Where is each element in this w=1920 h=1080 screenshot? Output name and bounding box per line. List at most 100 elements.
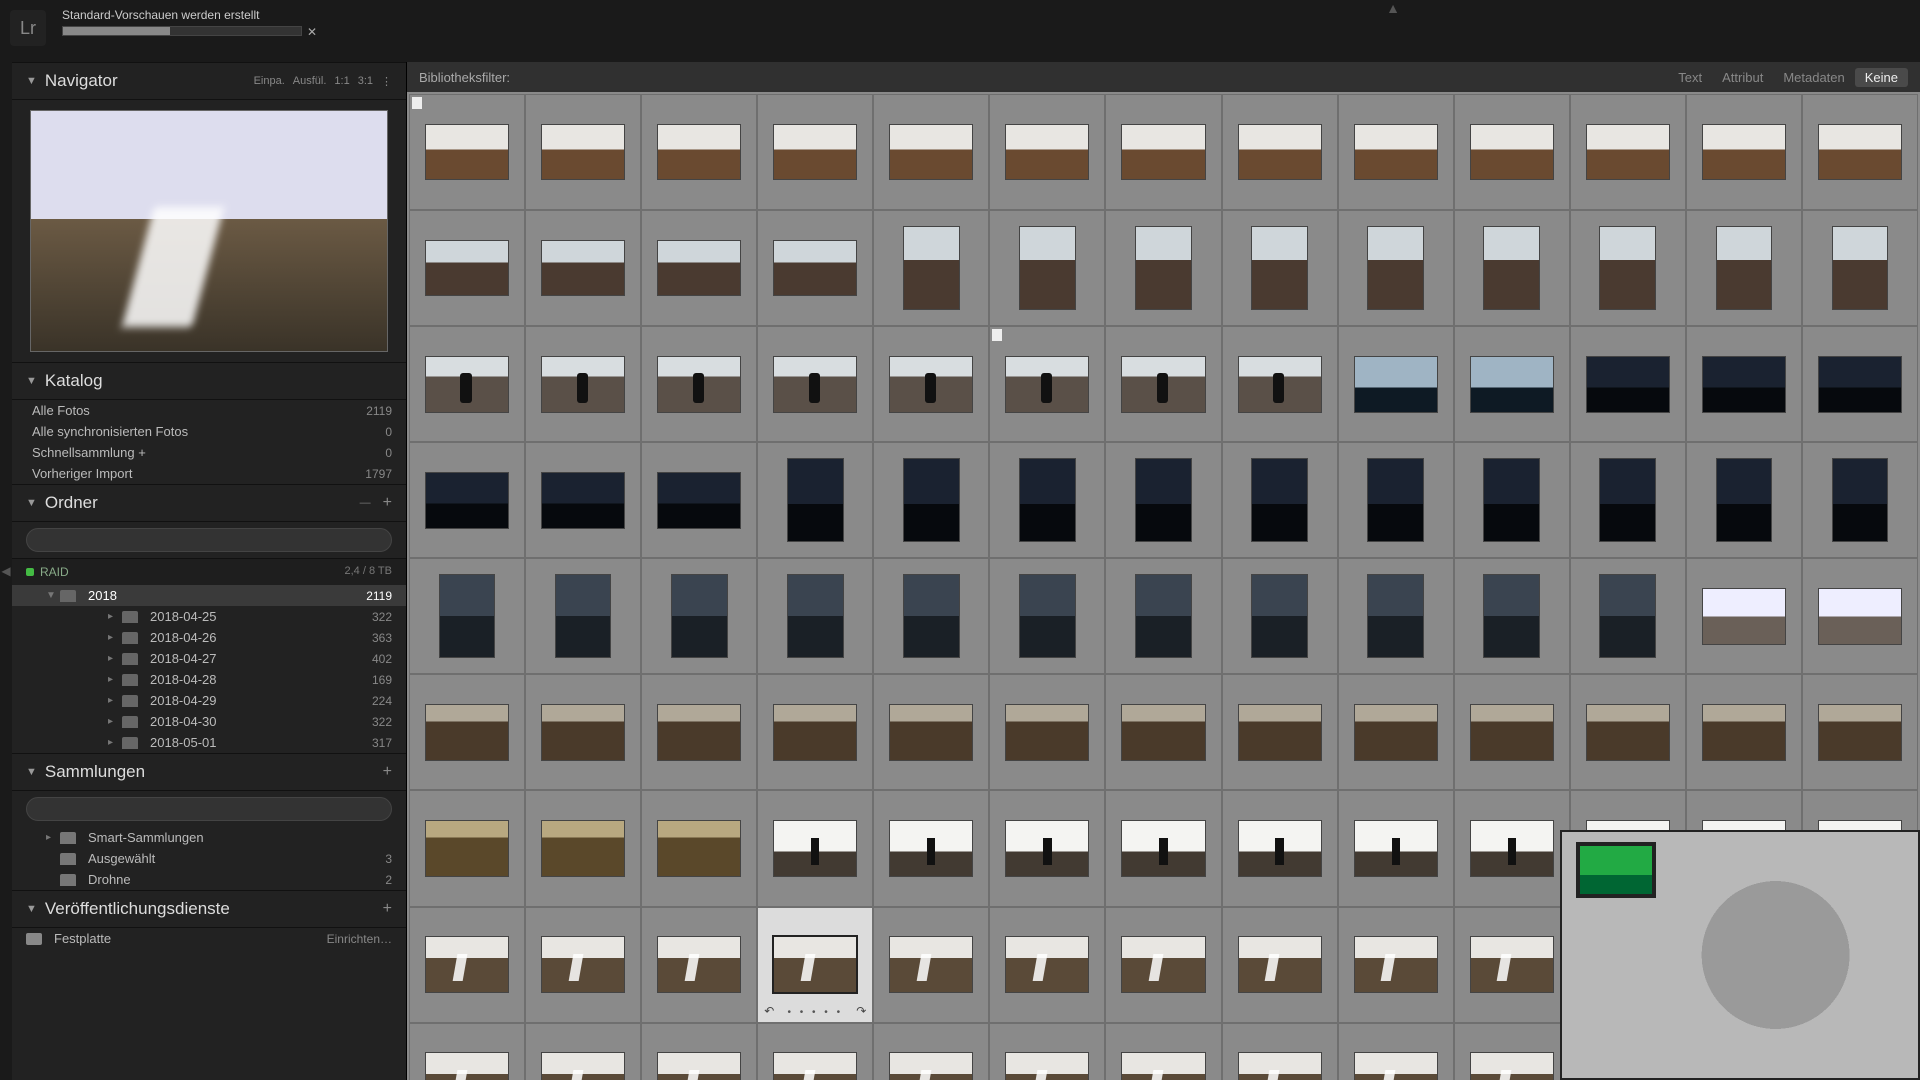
- thumbnail-cell[interactable]: [873, 326, 989, 442]
- thumbnail-cell[interactable]: [757, 210, 873, 326]
- thumbnail-cell[interactable]: [873, 210, 989, 326]
- thumbnail-cell[interactable]: [873, 442, 989, 558]
- folder-item[interactable]: ▸2018-04-27402: [12, 648, 406, 669]
- thumbnail-cell[interactable]: [989, 907, 1105, 1023]
- disclosure-icon[interactable]: ▸: [108, 653, 122, 664]
- thumbnail-cell[interactable]: [1686, 674, 1802, 790]
- thumbnail-cell[interactable]: [1222, 907, 1338, 1023]
- zoom-fill[interactable]: Ausfül.: [293, 75, 327, 88]
- thumbnail-cell[interactable]: [1338, 210, 1454, 326]
- publish-header[interactable]: ▼ Veröffentlichungsdienste +: [12, 890, 406, 928]
- thumbnail-cell[interactable]: [1570, 674, 1686, 790]
- thumbnail-cell[interactable]: [641, 558, 757, 674]
- thumbnail-cell[interactable]: [1222, 94, 1338, 210]
- thumbnail-cell[interactable]: [1338, 326, 1454, 442]
- folders-header[interactable]: ▼ Ordner — +: [12, 484, 406, 522]
- thumbnail-cell[interactable]: [1105, 907, 1221, 1023]
- thumbnail-cell[interactable]: [1454, 326, 1570, 442]
- collection-search-input[interactable]: [26, 797, 392, 821]
- thumbnail-cell[interactable]: [1338, 94, 1454, 210]
- catalog-item[interactable]: Schnellsammlung +0: [12, 442, 406, 463]
- thumbnail-cell[interactable]: [1105, 442, 1221, 558]
- thumbnail-cell[interactable]: [1686, 558, 1802, 674]
- thumbnail-cell[interactable]: [641, 790, 757, 906]
- thumbnail-cell[interactable]: [1222, 1023, 1338, 1080]
- thumbnail-cell[interactable]: [641, 326, 757, 442]
- thumbnail-cell[interactable]: [873, 907, 989, 1023]
- publish-hdd-row[interactable]: Festplatte Einrichten…: [12, 928, 406, 949]
- thumbnail-cell[interactable]: [989, 326, 1105, 442]
- thumbnail-cell[interactable]: [1338, 907, 1454, 1023]
- thumbnail-cell[interactable]: [1570, 210, 1686, 326]
- disclosure-icon[interactable]: ▸: [108, 737, 122, 748]
- thumbnail-cell[interactable]: [525, 442, 641, 558]
- thumbnail-cell[interactable]: [525, 1023, 641, 1080]
- thumbnail-cell[interactable]: [1686, 326, 1802, 442]
- folders-plus[interactable]: +: [383, 494, 392, 512]
- thumbnail-cell[interactable]: [1686, 210, 1802, 326]
- rating-dots[interactable]: • • • • •: [758, 1007, 872, 1018]
- collection-item[interactable]: Ausgewählt3: [12, 848, 406, 869]
- collection-item[interactable]: Drohne2: [12, 869, 406, 890]
- thumbnail-cell[interactable]: [1222, 558, 1338, 674]
- thumbnail-cell[interactable]: [1222, 210, 1338, 326]
- thumbnail-cell[interactable]: [409, 210, 525, 326]
- thumbnail-cell[interactable]: [641, 1023, 757, 1080]
- thumbnail-cell[interactable]: [1570, 442, 1686, 558]
- thumbnail-cell[interactable]: [641, 442, 757, 558]
- thumbnail-cell[interactable]: [1802, 674, 1918, 790]
- flag-icon[interactable]: [992, 329, 1002, 341]
- disclosure-icon[interactable]: ▼: [46, 590, 60, 601]
- thumbnail-cell[interactable]: [1105, 558, 1221, 674]
- thumbnail-cell[interactable]: [757, 442, 873, 558]
- filter-tab-text[interactable]: Text: [1668, 70, 1712, 85]
- thumbnail-cell[interactable]: [989, 790, 1105, 906]
- thumbnail-cell[interactable]: [757, 558, 873, 674]
- thumbnail-cell[interactable]: [409, 442, 525, 558]
- thumbnail-cell[interactable]: [525, 326, 641, 442]
- folder-search-input[interactable]: [26, 528, 392, 552]
- flag-icon[interactable]: [412, 97, 422, 109]
- thumbnail-cell[interactable]: [873, 674, 989, 790]
- thumbnail-cell[interactable]: [989, 210, 1105, 326]
- folder-item[interactable]: ▸2018-04-28169: [12, 669, 406, 690]
- zoom-1to1[interactable]: 1:1: [334, 75, 349, 88]
- thumbnail-cell[interactable]: [525, 907, 641, 1023]
- zoom-menu-icon[interactable]: ⋮: [381, 75, 392, 88]
- thumbnail-cell[interactable]: [989, 442, 1105, 558]
- thumbnail-cell[interactable]: [873, 790, 989, 906]
- thumbnail-cell[interactable]: [1105, 1023, 1221, 1080]
- thumbnail-cell[interactable]: [873, 1023, 989, 1080]
- thumbnail-cell[interactable]: ↶↷• • • • •: [757, 907, 873, 1023]
- progress-cancel-button[interactable]: ✕: [307, 25, 317, 39]
- thumbnail-cell[interactable]: [409, 326, 525, 442]
- thumbnail-cell[interactable]: [1454, 94, 1570, 210]
- disclosure-icon[interactable]: ▸: [108, 695, 122, 706]
- thumbnail-cell[interactable]: [1802, 558, 1918, 674]
- filter-tab-attribute[interactable]: Attribut: [1712, 70, 1773, 85]
- thumbnail-cell[interactable]: [757, 674, 873, 790]
- module-picker-arrow[interactable]: ▲: [1386, 0, 1400, 16]
- catalog-item[interactable]: Alle synchronisierten Fotos0: [12, 421, 406, 442]
- thumbnail-cell[interactable]: [1105, 326, 1221, 442]
- thumbnail-cell[interactable]: [641, 907, 757, 1023]
- thumbnail-cell[interactable]: [1454, 790, 1570, 906]
- thumbnail-cell[interactable]: [1222, 790, 1338, 906]
- publish-hdd-action[interactable]: Einrichten…: [327, 932, 392, 946]
- thumbnail-cell[interactable]: [1338, 674, 1454, 790]
- folder-root[interactable]: ▼20182119: [12, 585, 406, 606]
- thumbnail-cell[interactable]: [1105, 674, 1221, 790]
- thumbnail-cell[interactable]: [1802, 210, 1918, 326]
- thumbnail-cell[interactable]: [1222, 442, 1338, 558]
- zoom-ratio[interactable]: 3:1: [358, 75, 373, 88]
- thumbnail-cell[interactable]: [989, 94, 1105, 210]
- thumbnail-cell[interactable]: [641, 94, 757, 210]
- thumbnail-cell[interactable]: [1570, 326, 1686, 442]
- thumbnail-cell[interactable]: [873, 558, 989, 674]
- disclosure-icon[interactable]: ▸: [46, 832, 60, 843]
- volume-row[interactable]: RAID 2,4 / 8 TB: [12, 558, 406, 585]
- publish-plus[interactable]: +: [383, 900, 392, 918]
- thumbnail-cell[interactable]: [409, 558, 525, 674]
- thumbnail-cell[interactable]: [757, 1023, 873, 1080]
- thumbnail-cell[interactable]: [1686, 442, 1802, 558]
